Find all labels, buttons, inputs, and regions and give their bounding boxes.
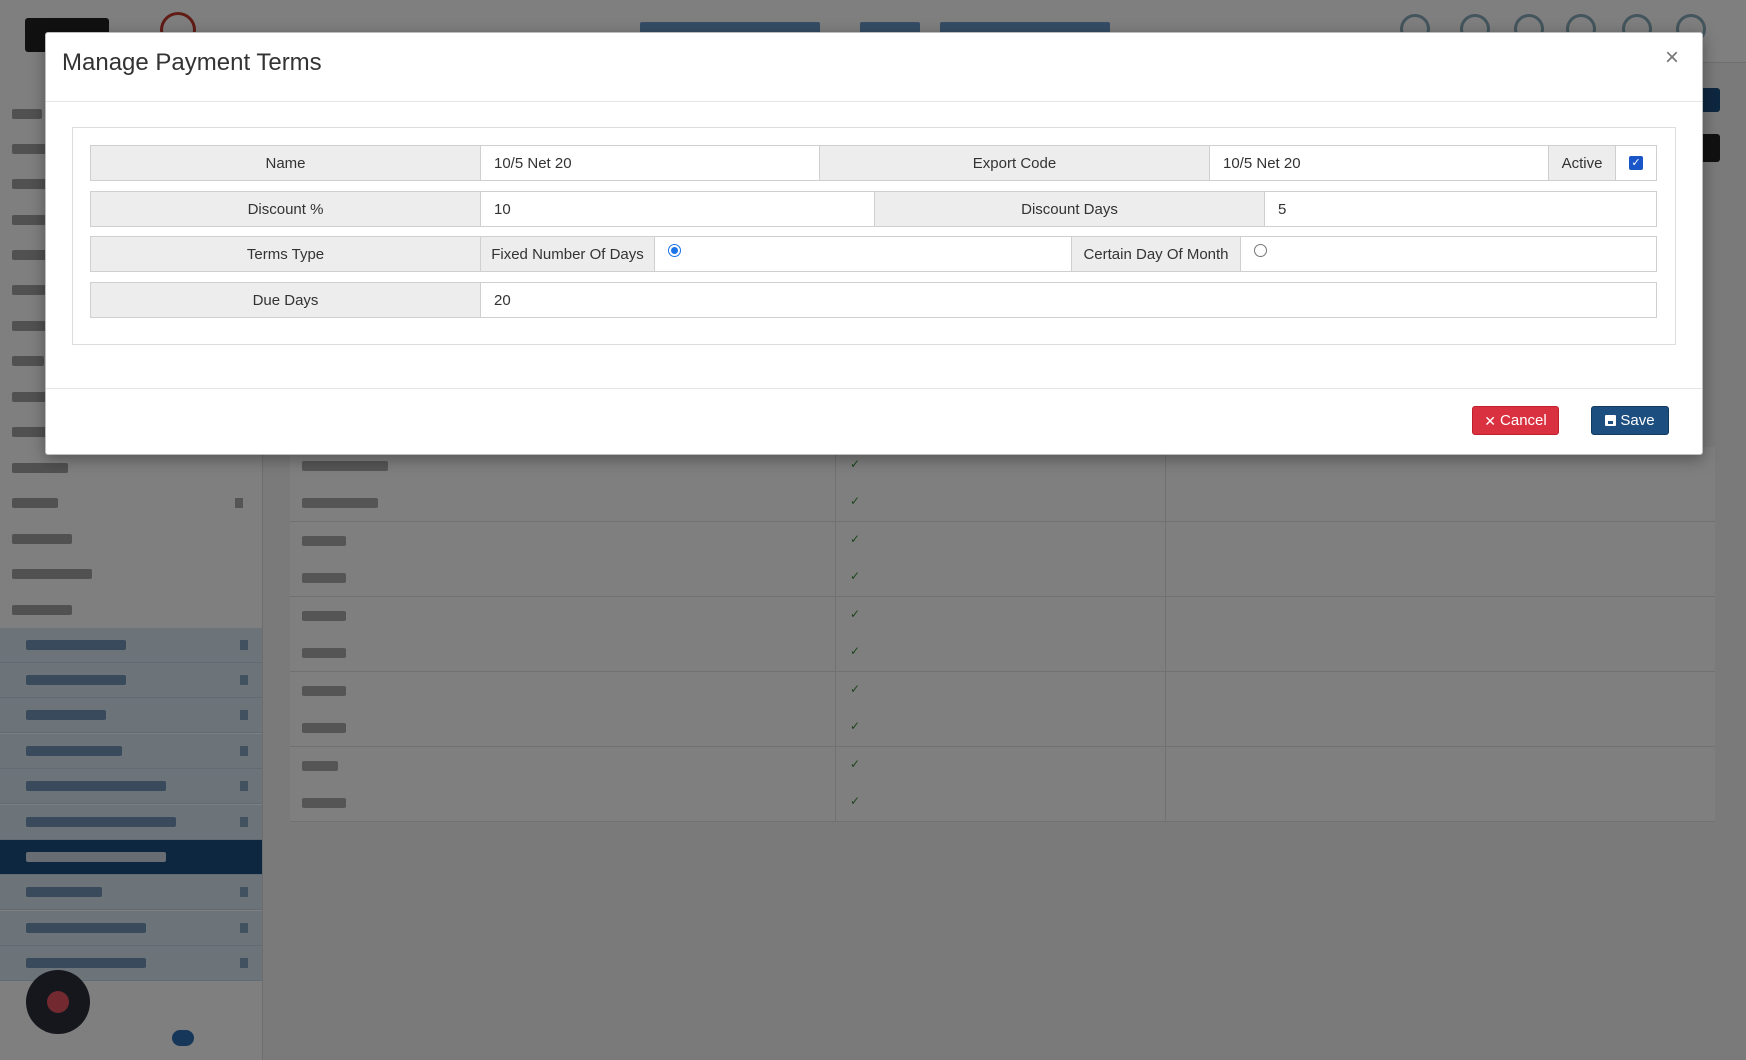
floppy-disk-icon bbox=[1605, 415, 1617, 426]
form-row-terms-type: Terms Type Fixed Number Of Days Certain … bbox=[90, 236, 1657, 272]
export-code-field[interactable]: 10/5 Net 20 bbox=[1209, 145, 1549, 181]
due-days-label: Due Days bbox=[90, 282, 481, 318]
fixed-days-radio[interactable] bbox=[668, 244, 681, 257]
form-row-due-days: Due Days 20 bbox=[90, 282, 1657, 318]
terms-type-label: Terms Type bbox=[90, 236, 481, 272]
modal-title: Manage Payment Terms bbox=[62, 49, 322, 76]
payment-terms-modal: Manage Payment Terms × Name 10/5 Net 20 … bbox=[45, 32, 1703, 455]
certain-day-label: Certain Day Of Month bbox=[1071, 236, 1241, 272]
due-days-field[interactable]: 20 bbox=[480, 282, 1657, 318]
save-button[interactable]: Save bbox=[1591, 406, 1669, 435]
modal-footer: ✕ Cancel Save bbox=[46, 388, 1702, 454]
cancel-button[interactable]: ✕ Cancel bbox=[1472, 406, 1559, 435]
name-field[interactable]: 10/5 Net 20 bbox=[480, 145, 820, 181]
form-panel: Name 10/5 Net 20 Export Code 10/5 Net 20… bbox=[72, 127, 1676, 345]
active-label: Active bbox=[1548, 145, 1616, 181]
times-icon: ✕ bbox=[1484, 412, 1497, 429]
certain-day-radio[interactable] bbox=[1254, 244, 1267, 257]
fixed-days-label: Fixed Number Of Days bbox=[480, 236, 655, 272]
cancel-button-label: Cancel bbox=[1500, 412, 1547, 429]
close-icon[interactable]: × bbox=[1660, 46, 1684, 70]
fixed-days-radio-cell bbox=[654, 236, 1072, 272]
discount-percent-label: Discount % bbox=[90, 191, 481, 227]
discount-percent-field[interactable]: 10 bbox=[480, 191, 875, 227]
save-button-label: Save bbox=[1620, 412, 1655, 429]
discount-days-field[interactable]: 5 bbox=[1264, 191, 1657, 227]
active-checkbox-cell: ✓ bbox=[1615, 145, 1657, 181]
name-label: Name bbox=[90, 145, 481, 181]
discount-days-label: Discount Days bbox=[874, 191, 1265, 227]
form-row-name: Name 10/5 Net 20 Export Code 10/5 Net 20… bbox=[90, 145, 1657, 181]
modal-header: Manage Payment Terms × bbox=[46, 33, 1702, 102]
form-row-discount: Discount % 10 Discount Days 5 bbox=[90, 191, 1657, 227]
certain-day-radio-cell bbox=[1240, 236, 1657, 272]
export-code-label: Export Code bbox=[819, 145, 1210, 181]
active-checkbox[interactable]: ✓ bbox=[1629, 156, 1643, 170]
